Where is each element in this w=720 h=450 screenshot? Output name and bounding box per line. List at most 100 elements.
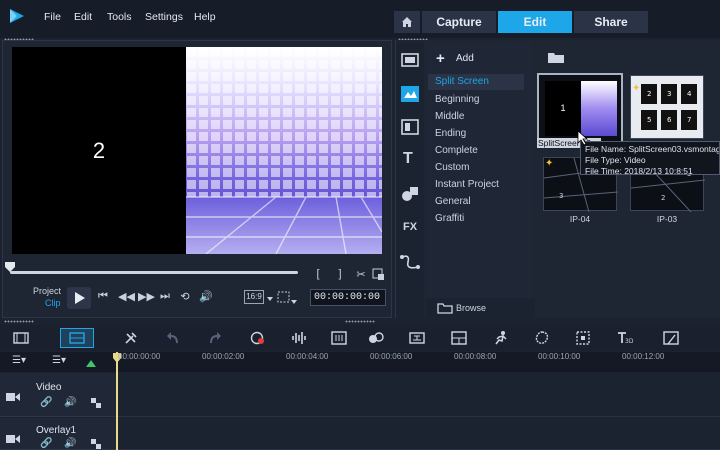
next-frame-icon[interactable]: ▶▶ xyxy=(138,290,155,306)
scrubber-handle-icon[interactable] xyxy=(4,261,16,273)
link-icon[interactable]: 🔗 xyxy=(40,397,52,408)
tab-capture[interactable]: Capture xyxy=(422,11,496,33)
category-graffiti[interactable]: Graffiti xyxy=(428,211,524,227)
timeline-view-button[interactable] xyxy=(60,328,94,348)
overlay-track-lane[interactable] xyxy=(118,418,720,450)
transition-icon[interactable] xyxy=(399,117,421,137)
svg-text:4: 4 xyxy=(687,90,692,98)
chapter-point-button[interactable]: ☰▾ xyxy=(52,355,74,369)
previous-frame-icon[interactable]: ◀◀ xyxy=(118,290,135,306)
panel-resize-grip[interactable] xyxy=(345,320,375,323)
menu-edit[interactable]: Edit xyxy=(74,11,92,23)
browse-button-label[interactable]: Browse xyxy=(456,303,486,313)
tab-share[interactable]: Share xyxy=(574,11,648,33)
mask-icon xyxy=(535,331,549,344)
mask-creator-button[interactable] xyxy=(531,328,553,348)
enlarge-preview-icon[interactable] xyxy=(372,268,385,281)
category-middle[interactable]: Middle xyxy=(428,109,524,125)
split-screen-icon xyxy=(663,331,679,345)
sound-mixer-button[interactable] xyxy=(288,328,310,348)
ruler-tick-label: 00:00:06:00 xyxy=(370,352,413,361)
track-volume-icon[interactable]: 🔊 xyxy=(64,397,76,408)
time-remap-button[interactable] xyxy=(490,328,512,348)
subtitle-editor-button[interactable] xyxy=(406,328,428,348)
project-mode-label[interactable]: Project xyxy=(33,286,61,296)
multi-cam-icon xyxy=(451,331,467,345)
track-transparency-icon[interactable] xyxy=(91,439,101,449)
import-folder-icon[interactable] xyxy=(547,50,565,64)
go-to-end-icon[interactable]: ⏭ xyxy=(158,290,172,306)
svg-text:2: 2 xyxy=(661,194,665,202)
storyboard-view-button[interactable] xyxy=(10,328,32,348)
menu-help[interactable]: Help xyxy=(194,11,216,23)
mark-in-icon[interactable]: [ xyxy=(313,268,323,284)
aspect-ratio-button[interactable]: 16:9 xyxy=(244,290,264,304)
category-complete[interactable]: Complete xyxy=(428,143,524,159)
timecode-display[interactable]: 00:00:00:00 xyxy=(310,289,386,306)
ruler-tick-label: 00:00:10:00 xyxy=(538,352,581,361)
tooltip-file-name: File Name: SplitScreen03.vsmontage xyxy=(585,144,720,154)
record-icon xyxy=(250,331,264,345)
menu-file[interactable]: File xyxy=(44,11,61,23)
filter-fx-icon[interactable]: FX xyxy=(403,221,417,233)
track-transparency-icon[interactable] xyxy=(91,398,101,408)
redo-button[interactable] xyxy=(203,328,225,348)
thumbnail-grid-template[interactable]: 2 3 4 5 6 7 xyxy=(630,75,704,139)
menu-tools[interactable]: Tools xyxy=(107,11,132,23)
crop-tool-icon[interactable] xyxy=(277,290,297,306)
graphics-icon[interactable] xyxy=(399,184,421,204)
grid-template-image: 2 3 4 5 6 7 xyxy=(641,84,697,130)
category-ending[interactable]: Ending xyxy=(428,126,524,142)
auto-music-button[interactable] xyxy=(328,328,350,348)
star-badge-icon: ✦ xyxy=(632,83,641,94)
repeat-icon[interactable]: ⟲ xyxy=(178,290,192,306)
add-icon[interactable]: + xyxy=(436,50,445,67)
aspect-dropdown-icon[interactable] xyxy=(267,296,273,302)
category-instant-project[interactable]: Instant Project xyxy=(428,177,524,193)
thumbnail-label: IP-04 xyxy=(569,214,591,224)
undo-icon xyxy=(167,332,178,343)
video-track-lane[interactable] xyxy=(118,373,720,417)
motion-tracking-button[interactable] xyxy=(365,328,387,348)
home-button[interactable] xyxy=(394,11,420,33)
browse-folder-icon[interactable] xyxy=(437,302,453,314)
path-icon[interactable] xyxy=(399,252,421,272)
category-beginning[interactable]: Beginning xyxy=(428,92,524,108)
clip-mode-label[interactable]: Clip xyxy=(45,298,61,308)
music-grid-icon xyxy=(331,331,347,345)
add-button-label[interactable]: Add xyxy=(456,53,474,64)
track-volume-icon[interactable]: 🔊 xyxy=(64,438,76,449)
record-capture-button[interactable] xyxy=(247,328,269,348)
panel-grip[interactable] xyxy=(4,320,34,323)
tooltip-file-type: File Type: Video xyxy=(585,155,646,165)
3d-title-button[interactable]: 3D xyxy=(614,328,636,348)
category-split-screen[interactable]: Split Screen xyxy=(428,74,524,90)
split-screen-template-button[interactable] xyxy=(660,328,682,348)
instant-project-icon[interactable] xyxy=(399,84,421,104)
play-button[interactable] xyxy=(67,287,91,309)
mark-out-icon[interactable]: ] xyxy=(335,268,345,284)
video-track-name: Video xyxy=(36,382,62,393)
timeline-ruler[interactable] xyxy=(0,352,720,372)
media-library-icon[interactable] xyxy=(399,50,421,70)
tooltip-file-time: File Time: 2018/2/13 10:8:51 xyxy=(585,166,693,175)
category-general[interactable]: General xyxy=(428,194,524,210)
multi-camera-button[interactable] xyxy=(448,328,470,348)
ruler-tick-label: 00:00:00:00 xyxy=(118,352,161,361)
tools-button[interactable] xyxy=(120,328,142,348)
category-custom[interactable]: Custom xyxy=(428,160,524,176)
undo-button[interactable] xyxy=(163,328,185,348)
pan-zoom-button[interactable] xyxy=(572,328,594,348)
split-clip-icon[interactable]: ✂ xyxy=(355,268,367,284)
menu-settings[interactable]: Settings xyxy=(145,11,183,23)
go-to-start-icon[interactable]: ⏮ xyxy=(96,290,110,306)
zoom-marker-icon[interactable] xyxy=(84,358,98,368)
tab-edit[interactable]: Edit xyxy=(498,11,572,33)
title-icon[interactable]: T xyxy=(403,150,413,168)
timeline-playhead[interactable] xyxy=(116,352,118,450)
link-icon[interactable]: 🔗 xyxy=(40,438,52,449)
ruler-tick-label: 00:00:04:00 xyxy=(286,352,329,361)
preview-scrubber[interactable] xyxy=(10,271,298,274)
volume-icon[interactable]: 🔊 xyxy=(198,290,214,306)
track-manager-button[interactable]: ☰▾ xyxy=(12,355,34,369)
